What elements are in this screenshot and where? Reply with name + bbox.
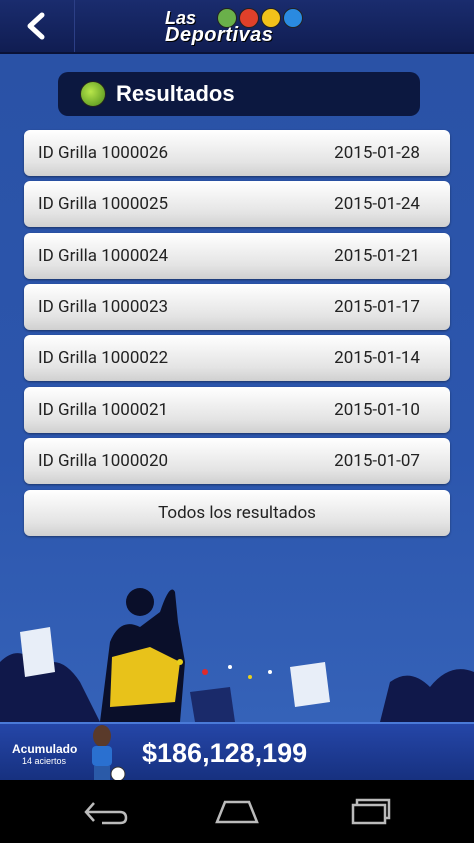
promo-model-image xyxy=(92,725,126,782)
nav-recents-icon xyxy=(351,798,391,825)
nav-home-button[interactable] xyxy=(207,792,267,832)
back-arrow-icon xyxy=(27,12,45,40)
nav-back-icon xyxy=(84,802,128,825)
result-date: 2015-01-07 xyxy=(334,451,420,471)
jackpot-banner[interactable]: Acumulado 14 aciertos $186,128,199 xyxy=(0,722,474,782)
nav-recents-button[interactable] xyxy=(338,792,398,832)
result-date: 2015-01-10 xyxy=(334,400,420,420)
result-row[interactable]: ID Grilla 1000025 2015-01-24 xyxy=(24,181,450,227)
all-results-label: Todos los resultados xyxy=(158,503,316,523)
volleyball-icon xyxy=(283,8,303,28)
result-row[interactable]: ID Grilla 1000023 2015-01-17 xyxy=(24,284,450,330)
result-id: ID Grilla 1000021 xyxy=(38,400,169,420)
crowd-illustration xyxy=(0,588,474,722)
section-header: Resultados xyxy=(58,72,420,116)
result-id: ID Grilla 1000020 xyxy=(38,451,169,471)
system-nav-bar xyxy=(0,780,474,843)
result-date: 2015-01-17 xyxy=(334,297,420,317)
accumulated-sub: 14 aciertos xyxy=(22,756,67,766)
result-row[interactable]: ID Grilla 1000026 2015-01-28 xyxy=(24,130,450,176)
app-logo: Las Deportivas xyxy=(165,6,315,48)
nav-back-button[interactable] xyxy=(76,792,136,832)
result-row[interactable]: ID Grilla 1000020 2015-01-07 xyxy=(24,438,450,484)
result-row[interactable]: ID Grilla 1000022 2015-01-14 xyxy=(24,335,450,381)
result-id: ID Grilla 1000023 xyxy=(38,297,169,317)
result-date: 2015-01-14 xyxy=(334,348,420,368)
back-button[interactable] xyxy=(0,0,75,52)
result-row[interactable]: ID Grilla 1000021 2015-01-10 xyxy=(24,387,450,433)
result-id: ID Grilla 1000026 xyxy=(38,143,169,163)
accumulated-label: Acumulado xyxy=(12,742,78,756)
result-id: ID Grilla 1000024 xyxy=(38,246,169,266)
result-date: 2015-01-28 xyxy=(334,143,420,163)
result-id: ID Grilla 1000025 xyxy=(38,194,169,214)
app-header: Las Deportivas xyxy=(0,0,474,54)
logo-line2: Deportivas xyxy=(165,24,274,46)
result-id: ID Grilla 1000022 xyxy=(38,348,169,368)
result-date: 2015-01-21 xyxy=(334,246,420,266)
results-screen: Resultados ID Grilla 1000026 2015-01-28 … xyxy=(0,54,474,722)
page-title: Resultados xyxy=(116,81,235,106)
jackpot-amount: $186,128,199 xyxy=(142,738,308,768)
result-date: 2015-01-24 xyxy=(334,194,420,214)
nav-home-icon xyxy=(215,800,259,824)
results-ball-icon xyxy=(80,81,106,107)
result-row[interactable]: ID Grilla 1000024 2015-01-21 xyxy=(24,233,450,279)
all-results-button[interactable]: Todos los resultados xyxy=(24,490,450,536)
